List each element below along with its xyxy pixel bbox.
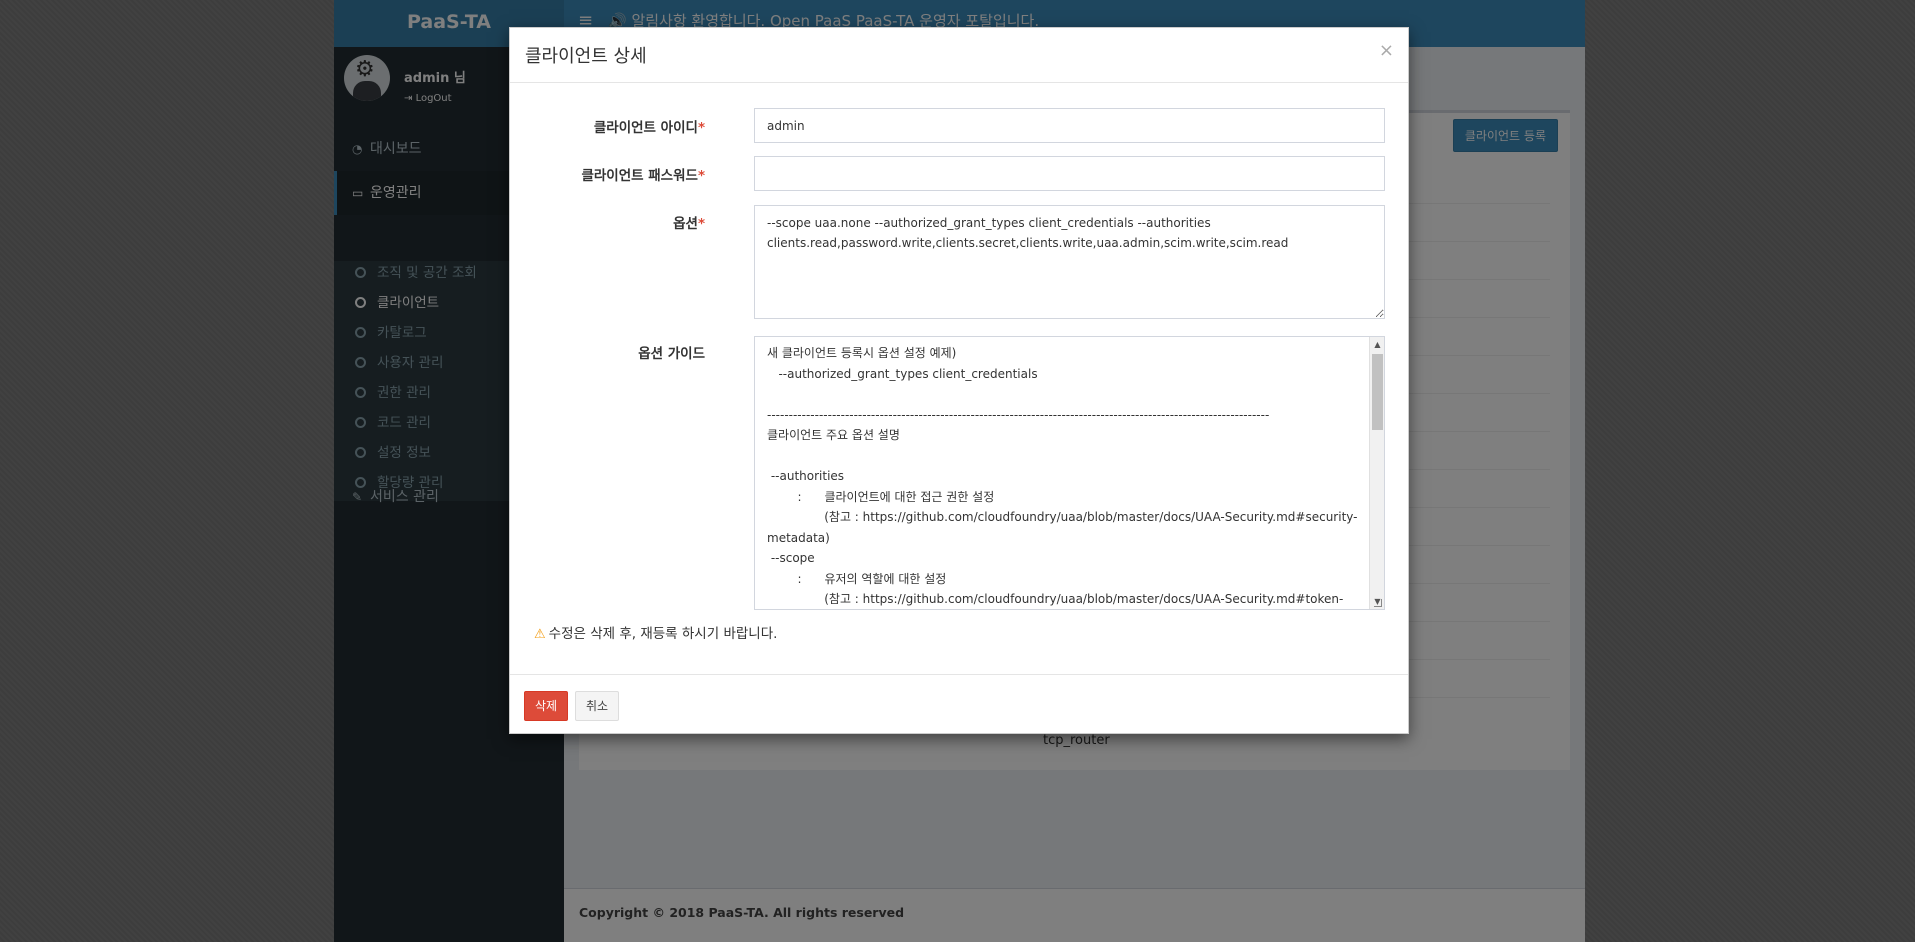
client-password-input[interactable]	[754, 156, 1385, 191]
option-label: 옵션*	[673, 216, 705, 232]
cancel-button[interactable]: 취소	[575, 691, 620, 721]
modal-header: 클라이언트 상세 ×	[510, 28, 1408, 83]
resize-handle-icon[interactable]	[1374, 599, 1382, 607]
client-id-input[interactable]	[754, 108, 1385, 143]
client-detail-modal: 클라이언트 상세 × 클라이언트 아이디* 클라이언트 패스워드* 옵션* --…	[509, 27, 1409, 734]
option-guide-text: 새 클라이언트 등록시 옵션 설정 예제) --authorized_grant…	[767, 346, 1358, 606]
option-textarea[interactable]: --scope uaa.none --authorized_grant_type…	[754, 205, 1385, 319]
modal-footer: 삭제 취소	[510, 674, 1408, 734]
close-icon[interactable]: ×	[1379, 40, 1394, 61]
option-guide-label: 옵션 가이드	[638, 346, 705, 362]
edit-warning: ⚠ 수정은 삭제 후, 재등록 하시기 바랍니다.	[534, 626, 778, 642]
client-password-label: 클라이언트 패스워드*	[581, 168, 705, 184]
client-id-label: 클라이언트 아이디*	[593, 120, 705, 136]
option-guide-textarea[interactable]: 새 클라이언트 등록시 옵션 설정 예제) --authorized_grant…	[754, 336, 1385, 610]
guide-scrollbar[interactable]: ▲ ▼	[1369, 337, 1384, 609]
modal-title: 클라이언트 상세	[525, 46, 647, 67]
scroll-up-icon[interactable]: ▲	[1370, 337, 1384, 352]
scroll-thumb[interactable]	[1372, 354, 1383, 430]
delete-button[interactable]: 삭제	[524, 691, 569, 721]
warning-icon: ⚠	[534, 627, 546, 642]
